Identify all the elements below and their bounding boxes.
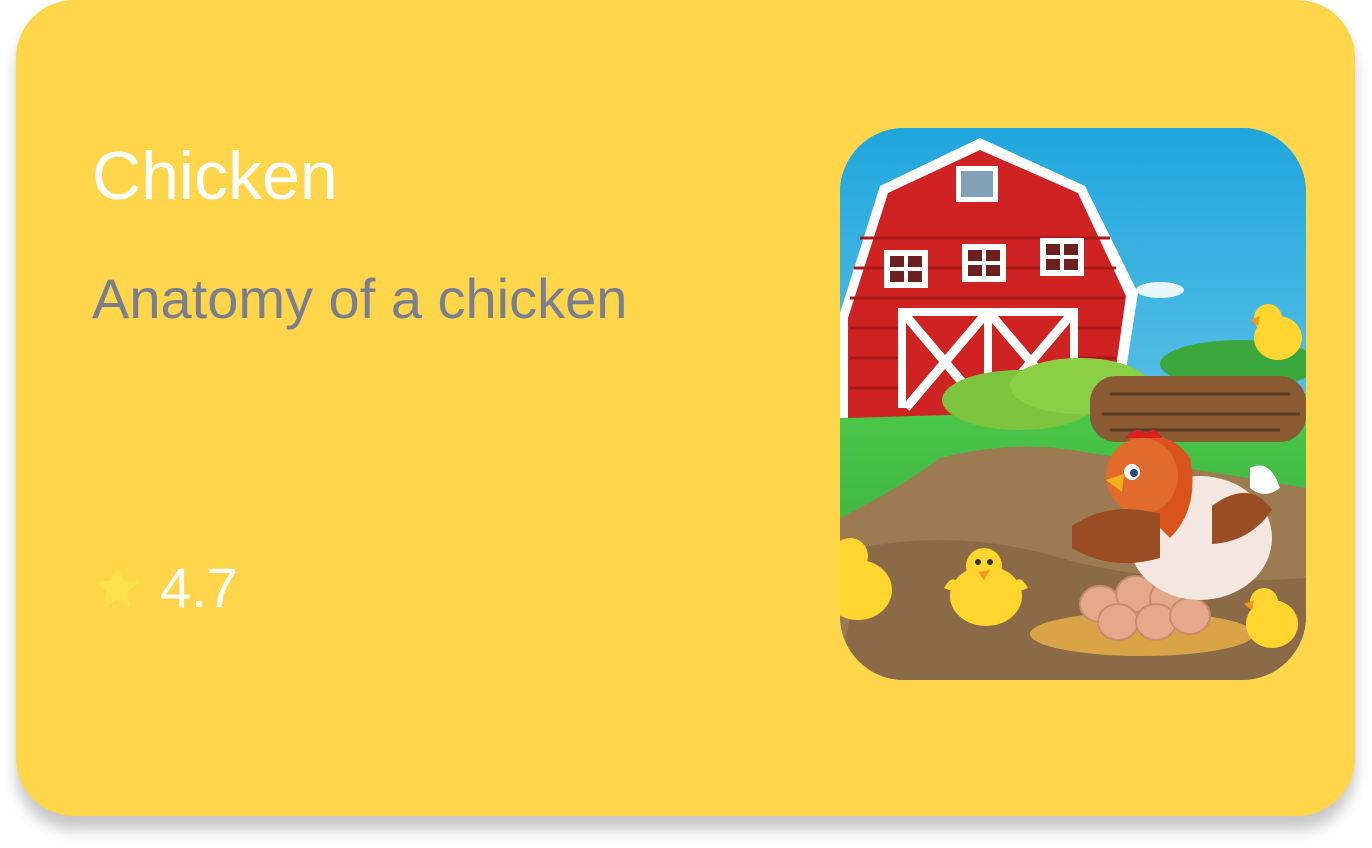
lesson-card[interactable]: Chicken Anatomy of a chicken 4.7 [16,0,1355,816]
rating: 4.7 [92,556,238,620]
card-image [840,128,1306,680]
star-icon [95,566,139,608]
rating-value: 4.7 [160,556,238,619]
card-title: Chicken [92,138,338,214]
card-subtitle: Anatomy of a chicken [92,267,628,330]
